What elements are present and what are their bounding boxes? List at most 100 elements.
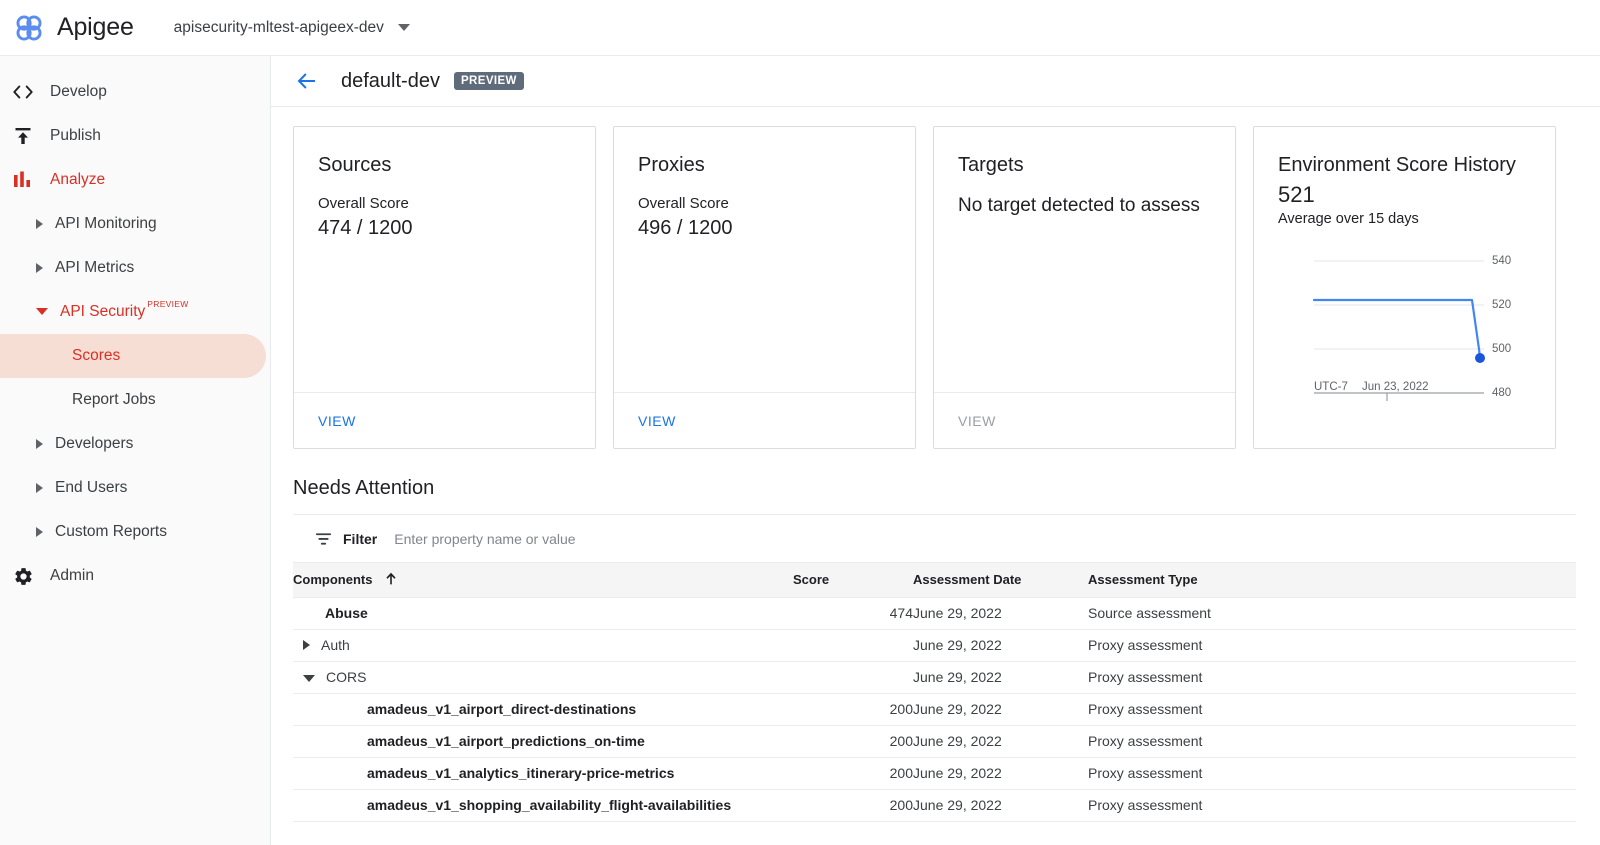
sidebar-item-label: Scores: [72, 347, 120, 365]
cell-assessment-type: Source assessment: [1088, 597, 1576, 629]
chart-ytick-480: 480: [1492, 387, 1511, 399]
sidebar-item-label: Admin: [50, 567, 94, 585]
main-content: default-dev PREVIEW Sources Overall Scor…: [271, 56, 1600, 845]
cell-score: 200: [793, 725, 913, 757]
card-sublabel: Overall Score: [318, 193, 571, 215]
chevron-right-icon: [36, 263, 43, 273]
cell-components: amadeus_v1_airport_predictions_on-time: [293, 725, 793, 757]
cell-assessment-type: Proxy assessment: [1088, 661, 1576, 693]
cell-assessment-type: Proxy assessment: [1088, 725, 1576, 757]
brand-logo[interactable]: Apigee: [0, 11, 134, 45]
sidebar-item-scores[interactable]: Scores: [0, 334, 266, 378]
component-name: amadeus_v1_airport_predictions_on-time: [367, 733, 645, 749]
needs-attention-table: Components Score Assessment Date Assessm…: [293, 563, 1576, 822]
cell-assessment-type: Proxy assessment: [1088, 629, 1576, 661]
proxies-view-button[interactable]: VIEW: [638, 413, 676, 429]
back-arrow-icon[interactable]: [295, 69, 319, 93]
sidebar-item-label: Developers: [55, 435, 133, 453]
cell-assessment-date: June 29, 2022: [913, 789, 1088, 821]
upload-icon: [6, 126, 40, 146]
table-row[interactable]: CORS June 29, 2022 Proxy assessment: [293, 661, 1576, 693]
environment-score-history-card: Environment Score History 521 Average ov…: [1253, 126, 1556, 449]
cell-score: 200: [793, 789, 913, 821]
table-row[interactable]: amadeus_v1_analytics_itinerary-price-met…: [293, 757, 1576, 789]
cell-score: [793, 661, 913, 693]
preview-superscript-badge: PREVIEW: [147, 299, 188, 309]
column-label: Score: [793, 572, 829, 587]
table-row[interactable]: amadeus_v1_airport_predictions_on-time 2…: [293, 725, 1576, 757]
needs-attention-heading: Needs Attention: [271, 449, 1600, 500]
project-selector[interactable]: apisecurity-mltest-apigeex-dev: [174, 19, 410, 37]
sidebar-item-label: API Monitoring: [55, 215, 157, 233]
arrow-up-icon: [385, 572, 397, 585]
chevron-right-icon: [36, 527, 43, 537]
table-row[interactable]: Abuse 474 June 29, 2022 Source assessmen…: [293, 597, 1576, 629]
card-sublabel: Overall Score: [638, 193, 891, 215]
summary-cards-row: Sources Overall Score 474 / 1200 VIEW Pr…: [271, 107, 1600, 449]
sidebar-item-api-monitoring[interactable]: API Monitoring: [0, 202, 270, 246]
cell-assessment-date: June 29, 2022: [913, 693, 1088, 725]
filter-bar: Filter: [293, 514, 1576, 563]
sidebar-item-label: Report Jobs: [72, 391, 156, 409]
table-row[interactable]: amadeus_v1_shopping_availability_flight-…: [293, 789, 1576, 821]
cell-components: Abuse: [293, 597, 793, 629]
component-name: Abuse: [325, 605, 368, 621]
component-name: amadeus_v1_analytics_itinerary-price-met…: [367, 765, 674, 781]
sidebar-item-developers[interactable]: Developers: [0, 422, 270, 466]
filter-icon[interactable]: [315, 531, 332, 547]
sidebar-item-report-jobs[interactable]: Report Jobs: [0, 378, 270, 422]
column-header-assessment-date[interactable]: Assessment Date: [913, 563, 1088, 597]
sidebar-item-api-metrics[interactable]: API Metrics: [0, 246, 270, 290]
collapse-row-icon[interactable]: [303, 675, 315, 682]
table-row[interactable]: amadeus_v1_airport_direct-destinations 2…: [293, 693, 1576, 725]
sidebar-item-label: Analyze: [50, 171, 105, 189]
cell-assessment-type: Proxy assessment: [1088, 757, 1576, 789]
chart-current-value: 521: [1278, 182, 1531, 208]
table-body: Abuse 474 June 29, 2022 Source assessmen…: [293, 597, 1576, 821]
filter-label: Filter: [343, 531, 377, 547]
card-score: 474 / 1200: [318, 215, 571, 242]
column-header-assessment-type[interactable]: Assessment Type: [1088, 563, 1576, 597]
sidebar-item-api-security[interactable]: API Security PREVIEW: [0, 290, 270, 334]
card-title: Targets: [958, 153, 1211, 178]
page-header: default-dev PREVIEW: [271, 56, 1600, 107]
targets-empty-message: No target detected to assess: [958, 193, 1211, 219]
expand-row-icon[interactable]: [303, 640, 310, 650]
sidebar-item-custom-reports[interactable]: Custom Reports: [0, 510, 270, 554]
cell-assessment-date: June 29, 2022: [913, 597, 1088, 629]
chevron-right-icon: [36, 483, 43, 493]
cell-assessment-date: June 29, 2022: [913, 629, 1088, 661]
sidebar-item-admin[interactable]: Admin: [0, 554, 270, 598]
component-name: CORS: [326, 669, 366, 685]
chart-header: Environment Score History 521 Average ov…: [1254, 127, 1555, 227]
table-header-row: Components Score Assessment Date Assessm…: [293, 563, 1576, 597]
targets-card-body: Targets No target detected to assess: [934, 127, 1235, 392]
sidebar-item-publish[interactable]: Publish: [0, 114, 270, 158]
sources-card: Sources Overall Score 474 / 1200 VIEW: [293, 126, 596, 449]
cell-components: amadeus_v1_airport_direct-destinations: [293, 693, 793, 725]
card-score: 496 / 1200: [638, 215, 891, 242]
chevron-right-icon: [36, 219, 43, 229]
proxies-card-footer: VIEW: [614, 392, 915, 448]
chart-timezone-label: UTC-7: [1314, 381, 1348, 393]
sidebar-item-develop[interactable]: Develop: [0, 70, 270, 114]
chevron-down-icon: [36, 308, 48, 315]
card-title: Sources: [318, 153, 571, 178]
cell-assessment-date: June 29, 2022: [913, 725, 1088, 757]
chart-ytick-500: 500: [1492, 343, 1511, 355]
sources-view-button[interactable]: VIEW: [318, 413, 356, 429]
table-row[interactable]: Auth June 29, 2022 Proxy assessment: [293, 629, 1576, 661]
sidebar-item-label: API Metrics: [55, 259, 134, 277]
filter-input[interactable]: [394, 531, 954, 547]
cell-assessment-date: June 29, 2022: [913, 757, 1088, 789]
column-label: Assessment Date: [913, 572, 1021, 587]
component-name: Auth: [321, 637, 350, 653]
cell-assessment-type: Proxy assessment: [1088, 789, 1576, 821]
column-header-components[interactable]: Components: [293, 563, 793, 597]
top-app-bar: Apigee apisecurity-mltest-apigeex-dev: [0, 0, 1600, 56]
column-header-score[interactable]: Score: [793, 563, 913, 597]
gear-icon: [6, 566, 40, 587]
sidebar-item-analyze[interactable]: Analyze: [0, 158, 270, 202]
targets-card: Targets No target detected to assess VIE…: [933, 126, 1236, 449]
sidebar-item-end-users[interactable]: End Users: [0, 466, 270, 510]
